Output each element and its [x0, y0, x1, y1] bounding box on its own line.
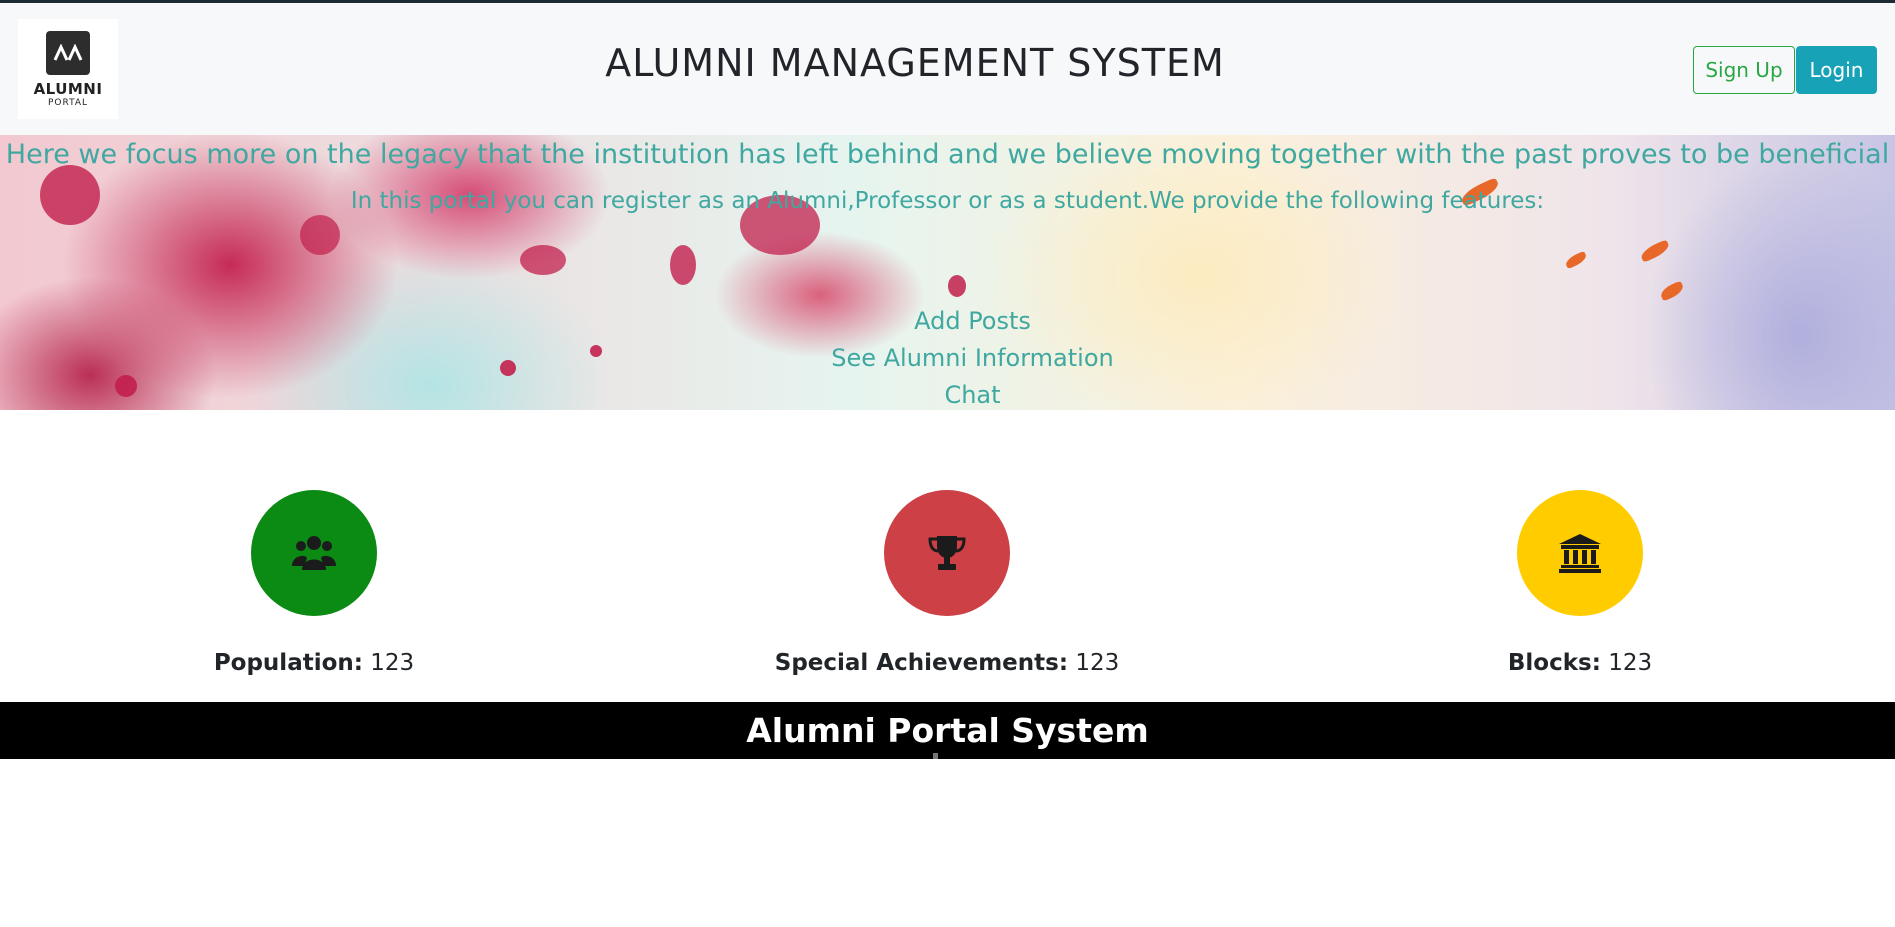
- stat-label: Population:: [213, 650, 363, 676]
- page-title: ALUMNI MANAGEMENT SYSTEM: [605, 41, 1225, 85]
- users-icon: [251, 490, 377, 616]
- stat-label: Special Achievements:: [774, 650, 1069, 676]
- logo-subtext: PORTAL: [47, 98, 89, 108]
- trophy-icon: [884, 490, 1010, 616]
- feature-list: Add Posts See Alumni Information Chat: [0, 303, 1895, 410]
- stat-value: 123: [1608, 650, 1653, 676]
- splatter-decoration: [520, 245, 566, 275]
- stat-blocks: Blocks: 123: [1370, 490, 1790, 676]
- hero-intro-text: Here we focus more on the legacy that th…: [5, 139, 1890, 170]
- stat-label: Blocks:: [1507, 650, 1601, 676]
- feature-item-add-posts: Add Posts: [914, 307, 1031, 335]
- stat-value: 123: [1075, 650, 1120, 676]
- login-button[interactable]: Login: [1796, 46, 1877, 94]
- bird-decoration: [1563, 250, 1589, 270]
- site-header: ALUMNI PORTAL ALUMNI MANAGEMENT SYSTEM S…: [0, 3, 1895, 135]
- feature-item-alumni-info: See Alumni Information: [831, 344, 1114, 372]
- stat-value: 123: [370, 650, 415, 676]
- stat-population: Population: 123: [104, 490, 524, 676]
- institution-icon: [1517, 490, 1643, 616]
- site-footer: Alumni Portal System: [0, 702, 1895, 759]
- bird-decoration: [1658, 280, 1686, 302]
- splatter-decoration: [670, 245, 696, 285]
- footer-title: Alumni Portal System: [746, 711, 1149, 750]
- hero-subtext: In this portal you can register as an Al…: [350, 188, 1545, 214]
- feature-item-chat: Chat: [944, 381, 1001, 409]
- scroll-indicator: [933, 753, 938, 759]
- sign-up-button[interactable]: Sign Up: [1693, 46, 1795, 94]
- bird-decoration: [1638, 239, 1672, 263]
- stat-special-achievements: Special Achievements: 123: [737, 490, 1157, 676]
- splatter-decoration: [300, 215, 340, 255]
- hero-banner: Here we focus more on the legacy that th…: [0, 135, 1895, 410]
- splatter-decoration: [948, 275, 966, 297]
